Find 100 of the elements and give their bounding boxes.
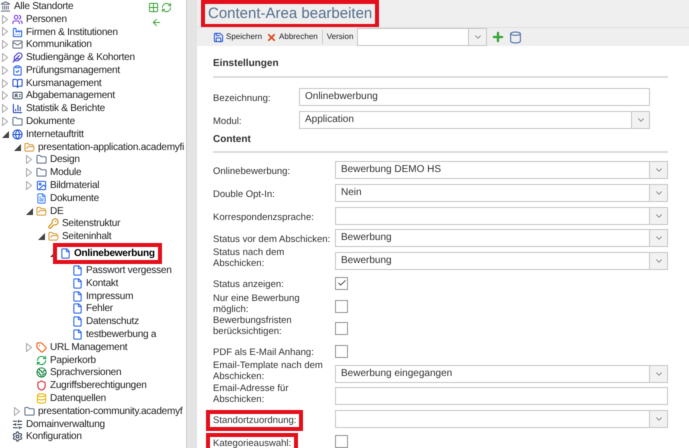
collapsed-triangle-icon[interactable]: [26, 155, 32, 164]
tree-item[interactable]: Internetauftritt: [12, 126, 84, 142]
splitter-bar[interactable]: [186, 0, 197, 448]
sliders-icon: [12, 418, 23, 430]
dropdown[interactable]: Bewerbung DEMO HS: [335, 161, 668, 180]
checkbox[interactable]: [335, 435, 348, 448]
tree-item[interactable]: Firmen & Institutionen: [12, 24, 118, 40]
tree-item[interactable]: Kontakt: [72, 276, 118, 291]
people-icon: [12, 14, 23, 25]
tree-item[interactable]: Personen: [12, 12, 67, 27]
collapsed-triangle-icon[interactable]: [2, 40, 8, 50]
cylinder-icon[interactable]: [509, 30, 522, 44]
dropdown[interactable]: [335, 410, 668, 428]
feather-icon: [12, 52, 23, 64]
globe-icon: [12, 128, 23, 140]
tree-item[interactable]: Prüfungsmanagement: [12, 62, 120, 78]
field-label: Bezeichnung:: [213, 93, 271, 104]
dropdown[interactable]: Application: [299, 110, 650, 129]
tree-item[interactable]: Bildmaterial: [36, 178, 100, 194]
folder-icon: [36, 154, 47, 166]
dropdown[interactable]: [357, 28, 488, 46]
text-field[interactable]: [335, 387, 668, 406]
tree-item[interactable]: Passwort vergessen: [72, 263, 172, 278]
tree-item[interactable]: presentation-community.academyf: [24, 404, 182, 419]
folder-icon: [48, 231, 59, 242]
collapsed-triangle-icon[interactable]: [26, 168, 32, 178]
field-label: Modul:: [213, 116, 242, 127]
tree-item[interactable]: presentation-application.academyfi: [24, 140, 184, 155]
collapsed-triangle-icon[interactable]: [26, 181, 32, 190]
checkbox[interactable]: [335, 276, 348, 290]
expanded-triangle-icon[interactable]: [14, 144, 21, 151]
tree-item[interactable]: Impressum: [72, 288, 134, 304]
tree-item[interactable]: Domainverwaltung: [12, 416, 105, 432]
collapsed-triangle-icon[interactable]: [2, 91, 8, 100]
folder-icon: [36, 167, 47, 178]
key-icon: [48, 218, 59, 230]
folder-icon: [36, 206, 47, 217]
tree-item[interactable]: Datenquellen: [36, 391, 106, 406]
tree-item[interactable]: Statistik & Berichte: [12, 101, 105, 116]
plus-icon[interactable]: [491, 30, 506, 44]
collapsed-triangle-icon[interactable]: [2, 117, 8, 126]
cancel-button[interactable]: Abbrechen: [266, 31, 318, 43]
tree-item[interactable]: Dokumente: [36, 190, 99, 206]
save-button[interactable]: Speichern: [213, 31, 262, 43]
checkbox[interactable]: [335, 300, 348, 313]
tree-item[interactable]: Studiengänge & Kohorten: [12, 50, 135, 66]
tree-item[interactable]: Seitenstruktur: [48, 216, 120, 232]
collapsed-triangle-icon[interactable]: [14, 406, 20, 416]
tree-item[interactable]: Papierkorb: [36, 352, 96, 368]
page-icon: [72, 303, 83, 314]
tree-item[interactable]: testbewerbung a: [72, 327, 156, 342]
expanded-triangle-icon[interactable]: [38, 233, 45, 240]
page-icon: [72, 278, 83, 289]
collapsed-triangle-icon[interactable]: [2, 27, 8, 36]
arrow-left-icon[interactable]: [151, 17, 162, 28]
collapsed-triangle-icon[interactable]: [2, 53, 8, 62]
expanded-triangle-icon[interactable]: [2, 130, 9, 138]
tree-item[interactable]: Konfiguration: [12, 429, 82, 444]
tree-item[interactable]: Kommunikation: [12, 37, 92, 52]
checkbox[interactable]: [335, 322, 348, 336]
page-icon: [72, 329, 83, 340]
refresh-icon[interactable]: [161, 2, 172, 13]
expanded-triangle-icon[interactable]: [26, 208, 33, 215]
tree-item[interactable]: Datenschutz: [72, 314, 139, 330]
collapsed-triangle-icon[interactable]: [2, 14, 8, 24]
collapsed-triangle-icon[interactable]: [2, 66, 8, 75]
grid-icon[interactable]: [148, 2, 159, 13]
tree-item[interactable]: Kursmanagement: [12, 76, 102, 91]
collapsed-triangle-icon[interactable]: [2, 104, 8, 114]
field-label: Status nach dem Abschicken:: [213, 247, 286, 270]
field-label: Email-Adresse für Abschicken:: [213, 382, 290, 405]
text-field[interactable]: Onlinebwerbung: [299, 88, 650, 106]
tree-item[interactable]: Dokumente: [12, 114, 75, 130]
dropdown[interactable]: [335, 206, 668, 225]
field-label: Status anzeigen:: [213, 279, 284, 290]
folder-icon: [24, 406, 35, 417]
tree-item[interactable]: DE: [36, 204, 64, 219]
tree-item[interactable]: Alle Standorte: [0, 0, 74, 14]
tree-item[interactable]: Zugriffsberechtigungen: [36, 378, 147, 394]
field-label: Nur eine Bewerbung möglich:: [213, 292, 301, 315]
gear-icon: [12, 431, 23, 442]
collapsed-triangle-icon[interactable]: [2, 78, 8, 88]
dropdown[interactable]: Bewerbung eingegangen: [335, 364, 668, 383]
dropdown[interactable]: Bewerbung: [335, 229, 668, 248]
tree-item[interactable]: Sprachversionen: [36, 365, 122, 380]
dropdown[interactable]: Nein: [335, 184, 668, 202]
collapsed-triangle-icon[interactable]: [26, 342, 32, 352]
dropdown[interactable]: Bewerbung: [335, 252, 668, 270]
tree-item[interactable]: Seiteninhalt: [48, 229, 112, 244]
field-label: Double Opt-In:: [213, 189, 275, 200]
tree-item[interactable]: Module: [36, 165, 82, 180]
tree-item[interactable]: Design: [36, 152, 80, 168]
tree-item[interactable]: Abgabemanagement: [12, 88, 115, 104]
shield-icon: [36, 380, 47, 392]
x-icon: [266, 32, 278, 42]
globe-icon: [36, 367, 47, 378]
checkbox[interactable]: [335, 344, 348, 358]
page-icon: [60, 248, 71, 260]
tree-item[interactable]: URL Management: [36, 340, 128, 355]
tree-item[interactable]: Fehler: [72, 301, 113, 316]
